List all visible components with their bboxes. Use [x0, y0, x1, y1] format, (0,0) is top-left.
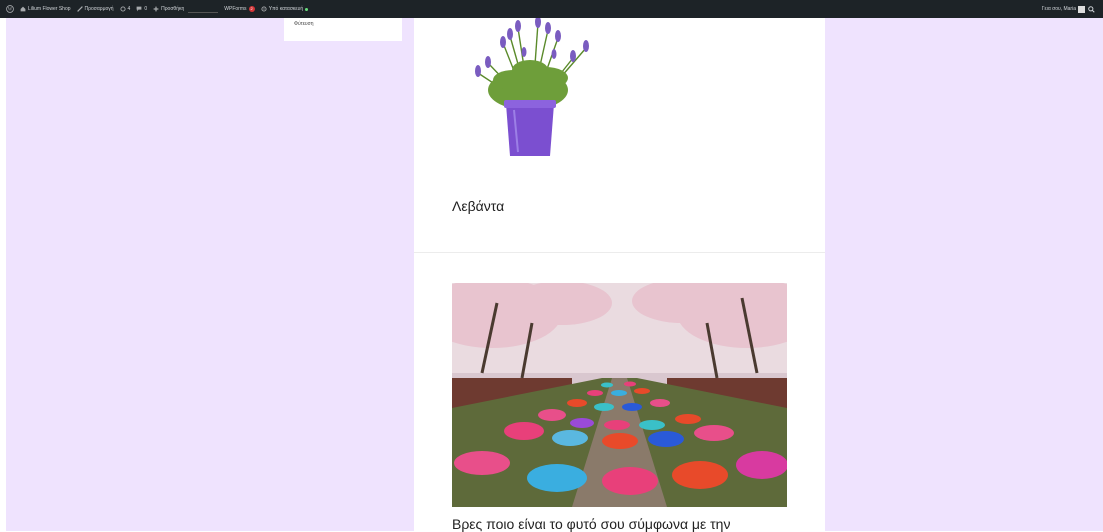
updates-link[interactable]: 4 — [119, 6, 131, 12]
status-dot — [305, 7, 309, 11]
dropdown-item-planting[interactable]: Φύτευση — [294, 21, 314, 27]
gear-icon — [261, 6, 267, 12]
wpforms-label: WPForms — [224, 6, 247, 12]
under-construction-link[interactable]: Υπό κατασκευή — [261, 6, 309, 12]
svg-text:W: W — [8, 8, 13, 13]
nav-dropdown-menu: Φύτευση — [284, 18, 402, 41]
user-greeting: Γεια σου, Maria — [1041, 6, 1076, 12]
admin-bar-field[interactable] — [188, 6, 219, 13]
new-content-label: Προσθήκη — [161, 6, 185, 12]
brush-icon — [76, 6, 83, 12]
site-name-label: Lilium Flower Shop — [28, 6, 71, 12]
post-title[interactable]: Βρες ποιο είναι το φυτό σου σύμφωνα με τ… — [452, 516, 730, 532]
posts-column: Λεβάντα Βρες ποιο είναι το φυτό σου σύμφ… — [414, 18, 825, 532]
user-account-menu[interactable]: Γεια σου, Maria — [1041, 5, 1085, 13]
search-icon[interactable] — [1088, 5, 1095, 13]
site-name-link[interactable]: Lilium Flower Shop — [20, 6, 71, 12]
new-content-link[interactable]: Προσθήκη — [153, 6, 184, 12]
admin-bar: W Lilium Flower Shop Προσαρμογή 4 0 Προσ… — [0, 0, 1103, 18]
lavender-pot-image[interactable] — [458, 18, 598, 158]
comments-link[interactable]: 0 — [136, 6, 147, 12]
post-title[interactable]: Λεβάντα — [452, 198, 504, 214]
avatar — [1078, 5, 1085, 13]
umbrella-street-photo[interactable] — [452, 283, 787, 507]
customize-link[interactable]: Προσαρμογή — [76, 6, 114, 12]
plus-icon — [153, 6, 159, 12]
wordpress-logo-menu[interactable]: W — [6, 5, 14, 13]
wpforms-link[interactable]: WPForms 2 — [224, 6, 255, 12]
updates-count: 4 — [127, 6, 131, 12]
home-icon — [20, 6, 26, 12]
wordpress-icon: W — [6, 5, 14, 13]
customize-label: Προσαρμογή — [84, 6, 114, 12]
refresh-icon — [119, 6, 126, 12]
under-construction-label: Υπό κατασκευή — [268, 6, 304, 12]
post-divider — [414, 252, 825, 253]
comments-count: 0 — [144, 6, 148, 12]
wpforms-badge: 2 — [248, 6, 255, 12]
comment-icon — [136, 6, 142, 12]
